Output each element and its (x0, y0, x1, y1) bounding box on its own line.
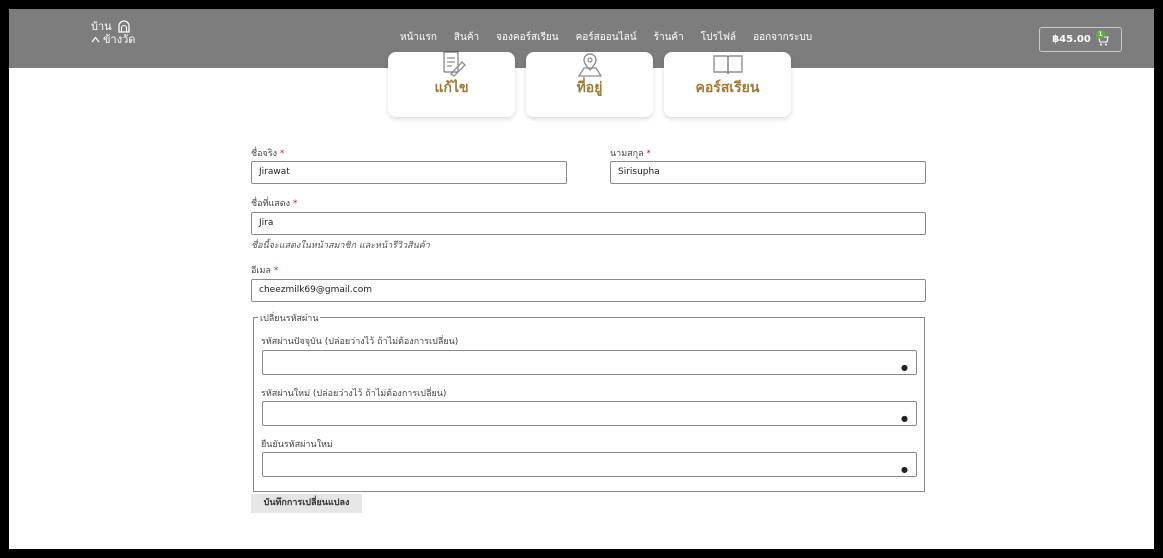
display-name-label: ชื่อที่แสดง * (251, 199, 298, 209)
app-window: บ้าน ข้างวัด หน้าแรก สินค้า จองคอร์สเรีย… (9, 9, 1154, 549)
new-password-field[interactable]: ● (262, 401, 917, 426)
email-field[interactable]: cheezmilk69@gmail.com (251, 279, 926, 302)
house-icon (118, 20, 130, 33)
current-password-field[interactable]: ● (262, 350, 917, 375)
current-password-label: รหัสผ่านปัจจุบัน (ปล่อยว่างไว้ ถ้าไม่ต้อ… (261, 337, 459, 347)
map-location-icon (577, 53, 602, 77)
first-name-field[interactable]: Jirawat (251, 161, 567, 184)
email-label: อีเมล * (251, 266, 279, 276)
password-legend: เปลี่ยนรหัสผ่าน (258, 311, 321, 325)
last-name-label: นามสกุล * (610, 149, 651, 159)
last-name-field[interactable]: Sirisupha (610, 161, 926, 184)
confirm-password-label: ยืนยันรหัสผ่านใหม่ (261, 440, 333, 450)
cart-count-badge: 1 (1096, 30, 1105, 39)
card-course-label: คอร์สเรียน (695, 80, 760, 96)
first-name-label: ชื่อจริง * (251, 149, 285, 159)
roof-icon (91, 36, 100, 43)
logo-line-1: บ้าน (91, 20, 112, 33)
confirm-password-field[interactable]: ● (262, 452, 917, 477)
eye-icon[interactable]: ● (901, 459, 908, 480)
logo-line-2: ข้างวัด (103, 33, 136, 46)
eye-icon[interactable]: ● (901, 408, 908, 429)
display-name-field[interactable]: Jira (251, 212, 926, 235)
edit-document-icon (442, 51, 466, 77)
card-address-label: ที่อยู่ (576, 80, 603, 96)
new-password-label: รหัสผ่านใหม่ (ปล่อยว่างไว้ ถ้าไม่ต้องการ… (261, 389, 447, 399)
open-book-icon (712, 55, 743, 75)
card-address[interactable]: ที่อยู่ (526, 52, 653, 117)
cart-total: ฿45.00 (1052, 34, 1091, 45)
logo[interactable]: บ้าน ข้างวัด (91, 20, 135, 46)
cart-button[interactable]: ฿45.00 1 (1039, 27, 1122, 52)
eye-icon[interactable]: ● (901, 357, 908, 378)
card-course[interactable]: คอร์สเรียน (664, 52, 791, 117)
card-edit-label: แก้ไข (434, 80, 469, 96)
save-changes-button[interactable]: บันทึกการเปลี่ยนแปลง (251, 494, 362, 513)
display-name-hint: ชื่อนี้จะแสดงในหน้าสมาชิก และหน้ารีวิวสิ… (251, 241, 430, 251)
card-edit[interactable]: แก้ไข (388, 51, 515, 117)
